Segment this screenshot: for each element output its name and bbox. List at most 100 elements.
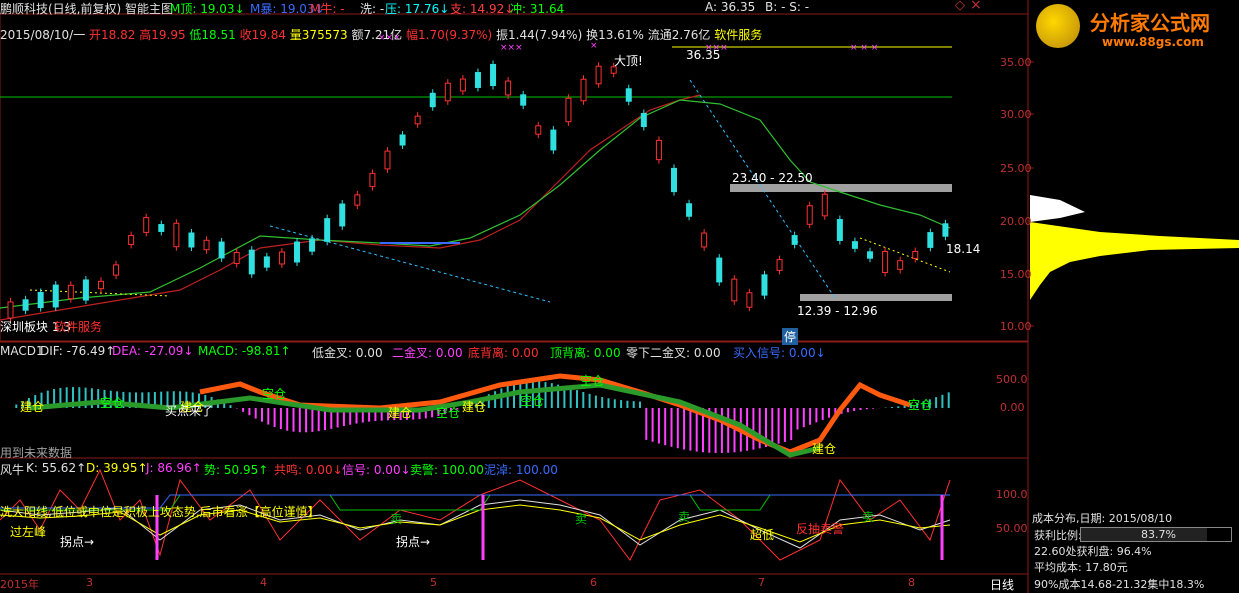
legend-item: DEA: -27.09↓ (112, 344, 194, 358)
candle-body (836, 219, 843, 241)
candle-body (158, 224, 165, 232)
price-tick: 10.00 (1000, 320, 1032, 333)
candle-body (188, 232, 195, 248)
kdj-label: 拐点→ (60, 535, 95, 549)
profit-ratio-label: 获利比例: (1034, 529, 1082, 542)
candle-body (248, 249, 255, 275)
candle-body (218, 241, 225, 259)
kdj-axis-tick: 50.00 (996, 522, 1028, 535)
candle-body (686, 203, 693, 217)
candle-body (912, 251, 919, 259)
legend-item: 信号: 0.00↓ (342, 463, 411, 477)
legend-item: 底背离: 0.00 (468, 346, 539, 360)
header-indicator: 压: 17.76↓ (385, 2, 450, 16)
quote-info-line: 2015/08/10/一 开18.82 高19.95 低18.51 收19.84… (0, 28, 763, 42)
candle-body (97, 280, 104, 290)
kdj-note-banner: 洗大阳线,低位或中位是积极上攻态势,后市看涨【高位谨慎】 (0, 505, 320, 519)
macd-signal: 空仓 (100, 396, 125, 410)
support-band (800, 294, 952, 301)
stop-badge: 停 (782, 328, 799, 345)
candle-body (821, 193, 828, 217)
candle-body (535, 125, 542, 135)
candle-body (278, 251, 285, 265)
svg-text:×××: ××× (500, 43, 523, 53)
candle-body (851, 241, 858, 249)
candle-body (173, 222, 180, 248)
legend-item: K: 55.62↑ (26, 461, 87, 475)
legend-item: 低金叉: 0.00 (312, 346, 383, 360)
date-tick: 4 (260, 576, 267, 589)
candle-body (761, 274, 768, 296)
macd-signal: 建仓 (388, 406, 413, 420)
candle-body (82, 279, 89, 301)
concentration-label: 90%成本14.68-21.32集中18.3% (1034, 578, 1205, 591)
kdj-label: 超低 (750, 528, 775, 542)
candle-body (550, 129, 557, 151)
date-tick: 2015年 (0, 578, 39, 591)
candle-body (203, 239, 210, 251)
candle-body (580, 78, 587, 102)
header-indicator: 支: 14.92↓ (450, 2, 515, 16)
candle-body (716, 257, 723, 283)
macd-signal: 空仓 (908, 398, 933, 412)
macd-signal: 建仓 (812, 442, 837, 456)
header-indicator: 洗: - (360, 2, 385, 16)
legend-item: 泥淖: 100.00 (484, 463, 558, 477)
candle-body (263, 256, 270, 268)
close-icon[interactable]: × (970, 0, 982, 13)
candle-body (309, 238, 316, 252)
candle-body (670, 167, 677, 193)
candle-body (625, 88, 632, 102)
period-tab-daily[interactable]: 日线 (990, 576, 1014, 593)
macd-signal: 空仓 (436, 406, 461, 420)
candle-body (746, 292, 753, 308)
support-band-label: 12.39 - 12.96 (797, 304, 878, 318)
candle-body (67, 284, 74, 300)
header-indicator: A: 36.35 (705, 0, 756, 14)
candle-body (474, 72, 481, 88)
kdj-label: 卖 (862, 510, 875, 524)
diamond-icon[interactable]: ◇ (955, 0, 965, 13)
cost-distribution (1030, 195, 1239, 300)
candle-body (595, 65, 602, 85)
avg-cost-label: 平均成本: 17.80元 (1034, 561, 1128, 574)
candle-body (927, 232, 934, 248)
legend-item: 二金叉: 0.00 (392, 346, 463, 360)
candle-body (354, 194, 361, 206)
candle-body (942, 223, 949, 237)
legend-item: 风牛 (0, 463, 25, 477)
date-tick: 5 (430, 576, 437, 589)
date-tick: 6 (590, 576, 597, 589)
candle-body (791, 235, 798, 245)
macd-signal: 建仓 (462, 400, 487, 414)
header-indicator: M顶: 19.03↓ (170, 2, 245, 16)
candle-body (776, 259, 783, 271)
resist-band-label: 23.40 - 22.50 (732, 171, 813, 185)
candle-body (882, 251, 889, 273)
macd-signal: 空仓 (262, 387, 287, 401)
candle-body (22, 299, 29, 311)
macd-histogram (15, 373, 950, 458)
date-tick: 7 (758, 576, 765, 589)
macd-signal: 空仓 (580, 374, 605, 388)
kdj-label: 卖 (390, 512, 403, 526)
macd-signal: 空仓 (520, 394, 545, 408)
legend-item: 顶背离: 0.00 (550, 346, 621, 360)
macd-signal: 买点来了 (165, 404, 214, 418)
profit-at-label: 22.60处获利盘: 96.4% (1034, 545, 1152, 558)
candle-body (384, 150, 391, 170)
legend-item: D: 39.95↑ (86, 461, 148, 475)
candle-body (7, 301, 14, 319)
candle-body (505, 80, 512, 96)
candle-body (399, 134, 406, 146)
legend-item: 买入信号: 0.00↓ (733, 346, 826, 360)
candle-body (459, 78, 466, 92)
kdj-label: 过左峰 (10, 525, 47, 539)
candle-body (867, 251, 874, 259)
price-tick: 30.00 (1000, 108, 1032, 121)
cost-title: 成本分布,日期: 2015/08/10 (1032, 512, 1173, 525)
peak-price: 36.35 (686, 48, 721, 62)
sector-label: 软件服务 (54, 320, 103, 334)
svg-text:× × ×: × × × (850, 43, 878, 53)
legend-item: 共鸣: 0.00↓ (274, 463, 343, 477)
